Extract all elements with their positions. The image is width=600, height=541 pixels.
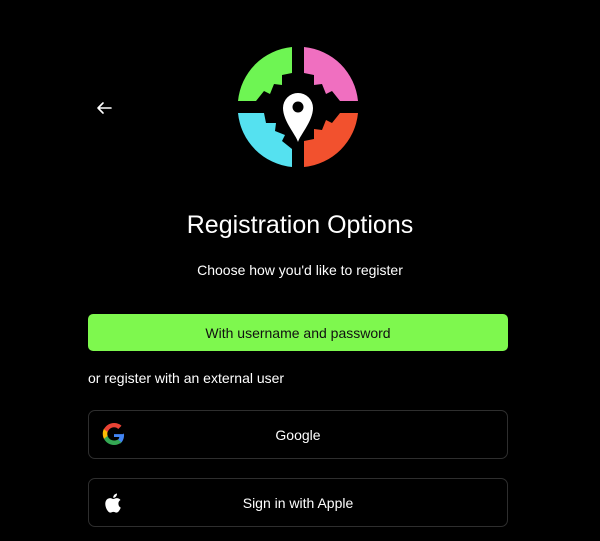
external-user-label: or register with an external user <box>88 370 285 386</box>
back-button[interactable] <box>92 96 116 120</box>
app-logo <box>238 47 358 167</box>
arrow-left-icon <box>97 102 112 114</box>
map-pin-logo <box>238 47 358 167</box>
google-signin-button[interactable]: Google <box>88 410 508 459</box>
google-button-label: Google <box>275 427 321 443</box>
page-subtitle: Choose how you'd like to register <box>197 262 403 278</box>
apple-signin-button[interactable]: Sign in with Apple <box>88 478 508 527</box>
page-title: Registration Options <box>186 211 414 239</box>
apple-button-label: Sign in with Apple <box>242 495 354 511</box>
username-password-button[interactable]: With username and password <box>88 314 508 351</box>
